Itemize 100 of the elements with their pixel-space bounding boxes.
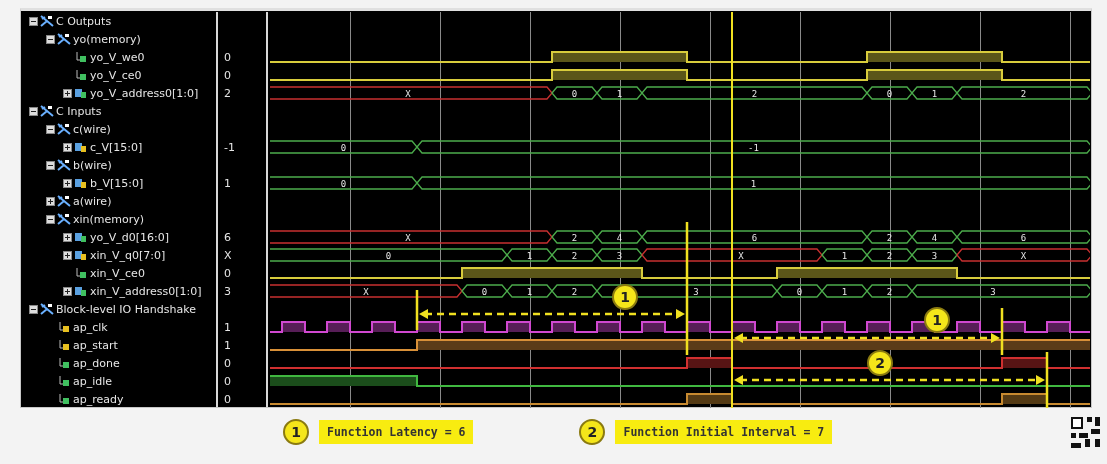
- marker-line: [1000, 308, 1004, 355]
- expand-toggle[interactable]: [46, 160, 55, 170]
- signal-name[interactable]: b(wire): [73, 158, 112, 172]
- signal-name[interactable]: ap_ready: [73, 392, 124, 406]
- bus-value: 3: [616, 250, 623, 261]
- signal-value: 1: [224, 338, 231, 352]
- bus-value: 2: [571, 286, 578, 297]
- signal-value: 0: [224, 50, 231, 64]
- signal-name[interactable]: xin(memory): [73, 212, 145, 226]
- bus-value: 0: [571, 88, 578, 99]
- bus-value: 6: [1020, 232, 1027, 243]
- bus-value: 2: [571, 250, 578, 261]
- callout-badge: 2: [579, 419, 606, 445]
- expand-toggle[interactable]: [29, 304, 38, 314]
- signal-group-icon: [57, 123, 71, 135]
- signal-name[interactable]: c(wire): [73, 122, 111, 136]
- signal-value: 1: [224, 176, 231, 190]
- signal-value: 0: [224, 266, 231, 280]
- signal-name[interactable]: yo_V_d0[16:0]: [90, 230, 170, 244]
- bus-value: 1: [841, 286, 848, 297]
- legend-label: Function Latency = 6: [319, 420, 474, 444]
- expand-toggle[interactable]: [29, 16, 38, 26]
- signal-group-icon: [40, 15, 54, 27]
- signal-name[interactable]: yo(memory): [73, 32, 141, 46]
- signal-value: 6: [224, 230, 231, 244]
- expand-toggle[interactable]: [29, 106, 38, 116]
- callout-badge: 1: [612, 284, 638, 310]
- signal-value: X: [224, 248, 232, 262]
- expand-toggle[interactable]: [63, 142, 72, 152]
- expand-toggle[interactable]: [46, 124, 55, 134]
- expand-toggle[interactable]: [63, 178, 72, 188]
- bus-value: 6: [751, 232, 758, 243]
- expand-toggle[interactable]: [63, 232, 72, 242]
- signal-group-icon: [57, 213, 71, 225]
- signal-name[interactable]: ap_idle: [73, 374, 113, 388]
- signal-name[interactable]: C Outputs: [56, 14, 112, 28]
- signal-name[interactable]: yo_V_ce0: [90, 68, 142, 82]
- legend-label: Function Initial Interval = 7: [615, 420, 833, 444]
- callout-badge: 1: [924, 307, 950, 333]
- signal-group-icon: [57, 33, 71, 45]
- signal-group-icon: [57, 195, 71, 207]
- bus-value: 2: [886, 250, 893, 261]
- bus-value: 4: [931, 232, 938, 243]
- signal-name[interactable]: yo_V_we0: [90, 50, 145, 64]
- signal-group-icon: [57, 159, 71, 171]
- bus-value: 3: [693, 286, 699, 297]
- bus-value: X: [738, 250, 744, 261]
- bus-value: 1: [750, 178, 757, 189]
- bus-value: X: [405, 88, 411, 99]
- signal-value: 0: [224, 392, 231, 406]
- bus-value: X: [363, 286, 369, 297]
- bus-value: 0: [385, 250, 392, 261]
- bus-value: 3: [990, 286, 996, 297]
- signal-name[interactable]: ap_start: [73, 338, 118, 352]
- bus-value: 2: [751, 88, 758, 99]
- signal-value: 1: [224, 320, 231, 334]
- signal-name[interactable]: a(wire): [73, 194, 112, 208]
- bus-value: 1: [616, 88, 623, 99]
- signal-value: 2: [224, 86, 231, 100]
- signal-group-icon: [40, 303, 54, 315]
- marker-line: [415, 290, 419, 330]
- bus-value: 1: [526, 250, 533, 261]
- expand-toggle[interactable]: [46, 214, 55, 224]
- bus-value: 2: [886, 286, 893, 297]
- expand-toggle[interactable]: [46, 196, 55, 206]
- bus-value: 0: [796, 286, 803, 297]
- bus-value: 0: [340, 142, 347, 153]
- signal-name[interactable]: C Inputs: [56, 104, 102, 118]
- signal-name[interactable]: xin_V_address0[1:0]: [90, 284, 202, 298]
- bus-value: 0: [481, 286, 488, 297]
- bus-value: 1: [931, 88, 938, 99]
- bus-value: 3: [931, 250, 938, 261]
- bus-value: 1: [526, 286, 533, 297]
- bus-value: 0: [886, 88, 893, 99]
- bus-value: 2: [1020, 88, 1027, 99]
- signal-value: 3: [224, 284, 231, 298]
- bus-value: 4: [616, 232, 623, 243]
- signal-name[interactable]: ap_done: [73, 356, 120, 370]
- expand-toggle[interactable]: [63, 286, 72, 296]
- signal-group-icon: [40, 105, 54, 117]
- signal-value: 0: [224, 68, 231, 82]
- signal-name[interactable]: xin_V_q0[7:0]: [90, 248, 166, 262]
- signal-value: 0: [224, 374, 231, 388]
- bus-value: 1: [841, 250, 848, 261]
- signal-name[interactable]: Block-level IO Handshake: [56, 302, 196, 316]
- bus-value: -1: [748, 142, 759, 153]
- marker-line: [1045, 352, 1049, 408]
- signal-name[interactable]: ap_clk: [73, 320, 108, 334]
- callout-badge: 1: [283, 419, 309, 445]
- signal-name[interactable]: b_V[15:0]: [90, 176, 144, 190]
- expand-toggle[interactable]: [63, 250, 72, 260]
- signal-name[interactable]: xin_V_ce0: [90, 266, 145, 280]
- signal-name[interactable]: yo_V_address0[1:0]: [90, 86, 199, 100]
- signal-value: -1: [224, 140, 235, 154]
- bus-value: X: [405, 232, 411, 243]
- expand-toggle[interactable]: [46, 34, 55, 44]
- signal-name[interactable]: c_V[15:0]: [90, 140, 143, 154]
- bus-value: 2: [886, 232, 893, 243]
- signal-value: 0: [224, 356, 231, 370]
- expand-toggle[interactable]: [63, 88, 72, 98]
